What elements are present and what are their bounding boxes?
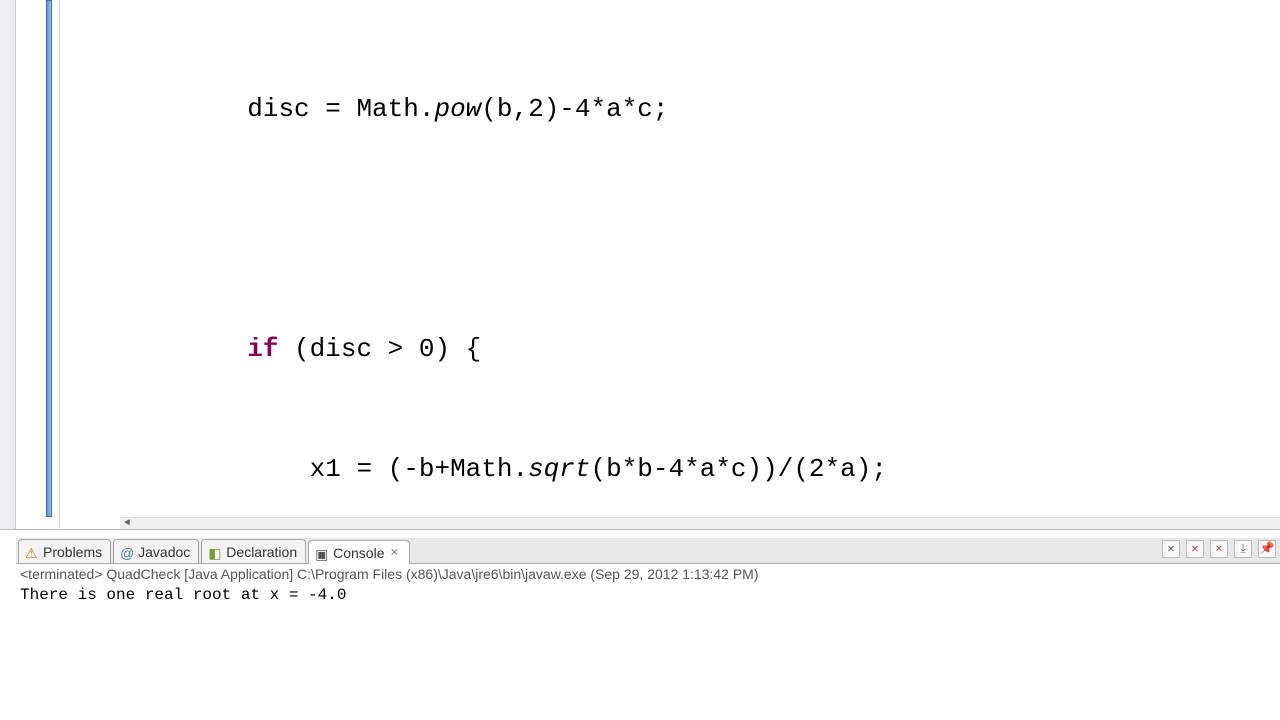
console-toolbar: ✕ ✕ ⨯ ⤓ 📌 (1162, 540, 1276, 558)
tab-label: Javadoc (138, 544, 190, 560)
code: x1 = (-b+Math. (310, 454, 528, 484)
javadoc-icon: @ (120, 545, 134, 559)
tab-problems[interactable]: ⚠ Problems (18, 539, 111, 563)
outline-gutter (0, 0, 16, 529)
tab-declaration[interactable]: ◧ Declaration (201, 539, 306, 563)
horizontal-scrollbar[interactable]: ◄ (120, 517, 1280, 529)
code: (disc > 0) { (278, 334, 481, 364)
tab-javadoc[interactable]: @ Javadoc (113, 539, 199, 563)
code: (b,2)-4*a*c; (481, 94, 668, 124)
scroll-left-arrow[interactable]: ◄ (120, 518, 134, 529)
code: disc = Math. (247, 94, 434, 124)
close-icon[interactable]: ✕ (389, 547, 401, 559)
declaration-icon: ◧ (208, 545, 222, 559)
remove-launch-button[interactable]: ✕ (1162, 540, 1180, 558)
code-italic: pow (434, 94, 481, 124)
console-icon: ▣ (315, 546, 329, 560)
tab-label: Declaration (226, 544, 297, 560)
editor-ruler (16, 0, 60, 529)
scroll-lock-button[interactable]: ⤓ (1234, 540, 1252, 558)
remove-all-button[interactable]: ✕ (1186, 540, 1204, 558)
keyword-if: if (247, 334, 278, 364)
code-editor[interactable]: disc = Math.pow(b,2)-4*a*c; if (disc > 0… (60, 0, 1280, 529)
console-launch-info: <terminated> QuadCheck [Java Application… (16, 564, 1280, 584)
bottom-panel: ⚠ Problems @ Javadoc ◧ Declaration ▣ Con… (16, 538, 1280, 718)
pin-console-button[interactable]: 📌 (1258, 540, 1276, 558)
console-output[interactable]: There is one real root at x = -4.0 (16, 584, 1280, 606)
problems-icon: ⚠ (25, 545, 39, 559)
indent (60, 454, 310, 484)
code-italic: sqrt (528, 454, 590, 484)
tab-console[interactable]: ▣ Console ✕ (308, 540, 409, 564)
change-bar (46, 0, 52, 517)
indent (60, 94, 247, 124)
editor-pane: disc = Math.pow(b,2)-4*a*c; if (disc > 0… (0, 0, 1280, 530)
view-tabs: ⚠ Problems @ Javadoc ◧ Declaration ▣ Con… (16, 538, 1280, 564)
clear-console-button[interactable]: ⨯ (1210, 540, 1228, 558)
tab-label: Console (333, 545, 384, 561)
code: (b*b-4*a*c))/(2*a); (591, 454, 887, 484)
tab-label: Problems (43, 544, 102, 560)
indent (60, 334, 247, 364)
